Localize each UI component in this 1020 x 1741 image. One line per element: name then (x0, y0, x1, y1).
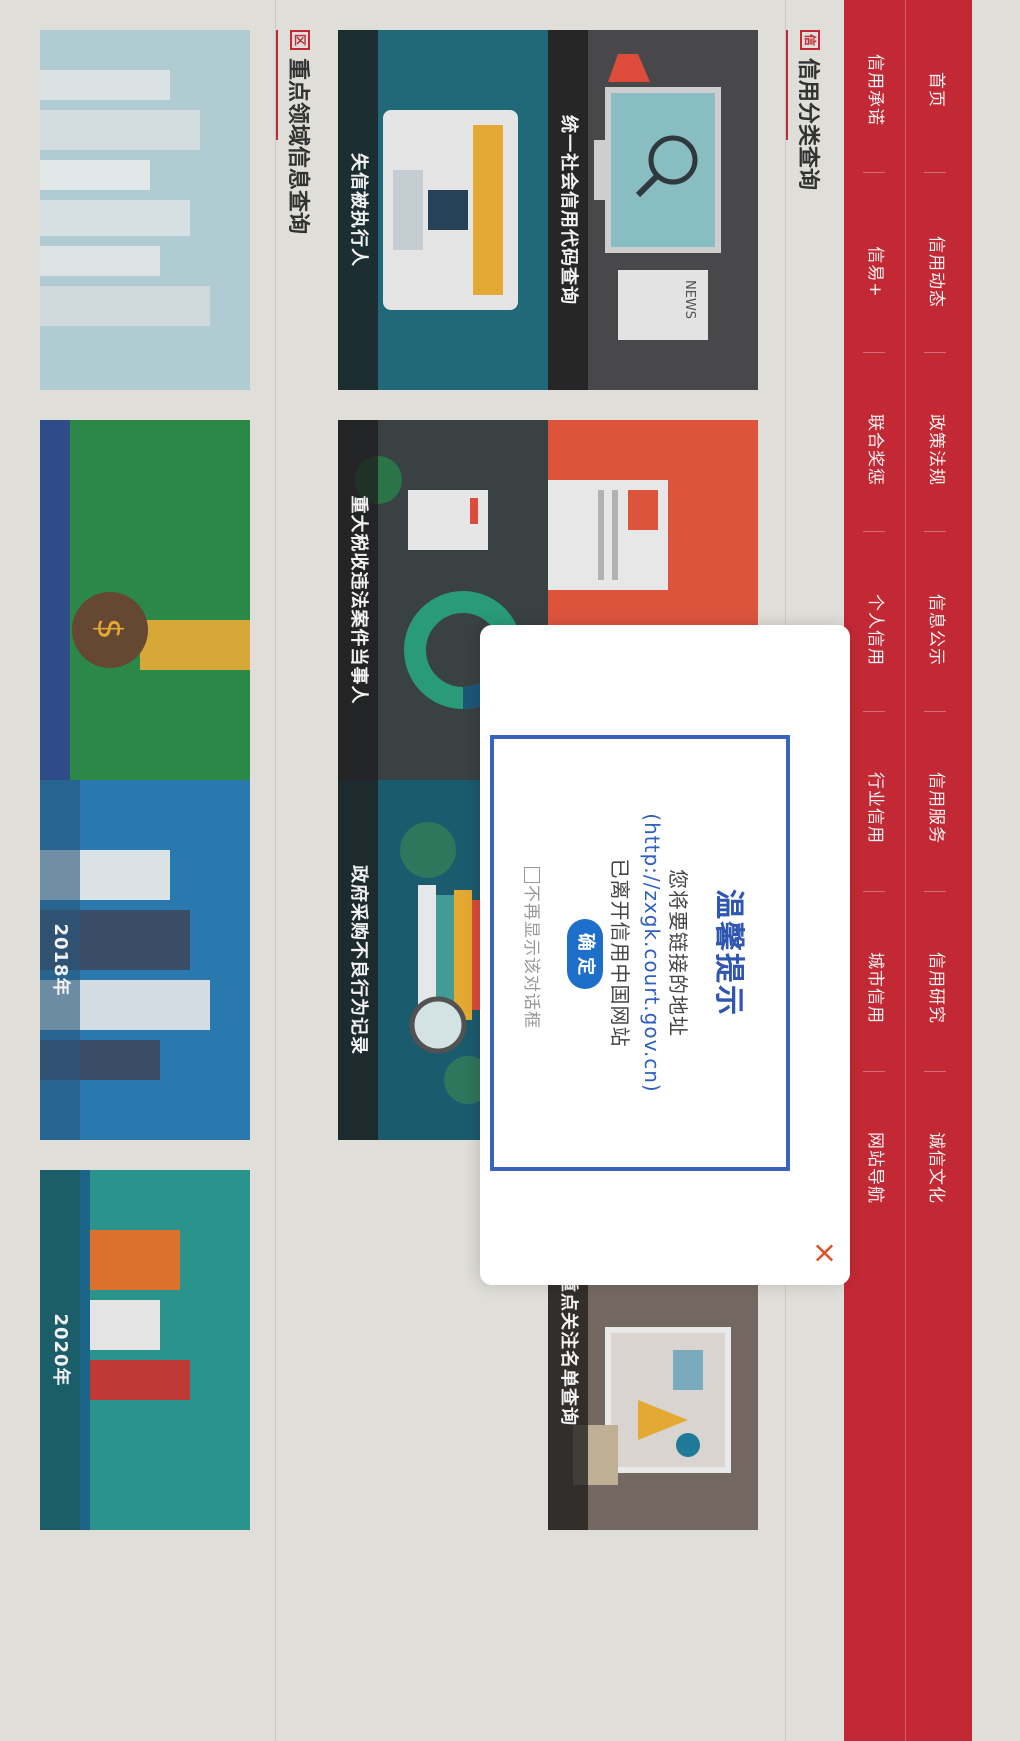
redirect-warning-dialog: × 温馨提示 您将要链接的地址 (http://zxgk.court.gov.c… (480, 625, 850, 1285)
dialog-message: 您将要链接的地址 (666, 869, 690, 1037)
dialog-content-frame: 温馨提示 您将要链接的地址 (http://zxgk.court.gov.cn)… (490, 735, 790, 1171)
dont-show-checkbox[interactable] (524, 867, 540, 883)
dialog-leaving-notice: 已离开信用中国网站 (608, 858, 632, 1048)
page: 首页 信用动态 政策法规 信息公示 信用服务 信用研究 诚信文化 信用承诺 信易… (0, 0, 1020, 1741)
confirm-button[interactable]: 确 定 (567, 919, 603, 989)
close-icon[interactable]: × (807, 1239, 842, 1267)
dont-show-again-option[interactable]: 不再显示该对话框 (521, 867, 546, 1029)
dialog-url: (http://zxgk.court.gov.cn) (640, 813, 664, 1093)
dont-show-label: 不再显示该对话框 (521, 885, 541, 1029)
dialog-title: 温馨提示 (711, 889, 746, 1017)
